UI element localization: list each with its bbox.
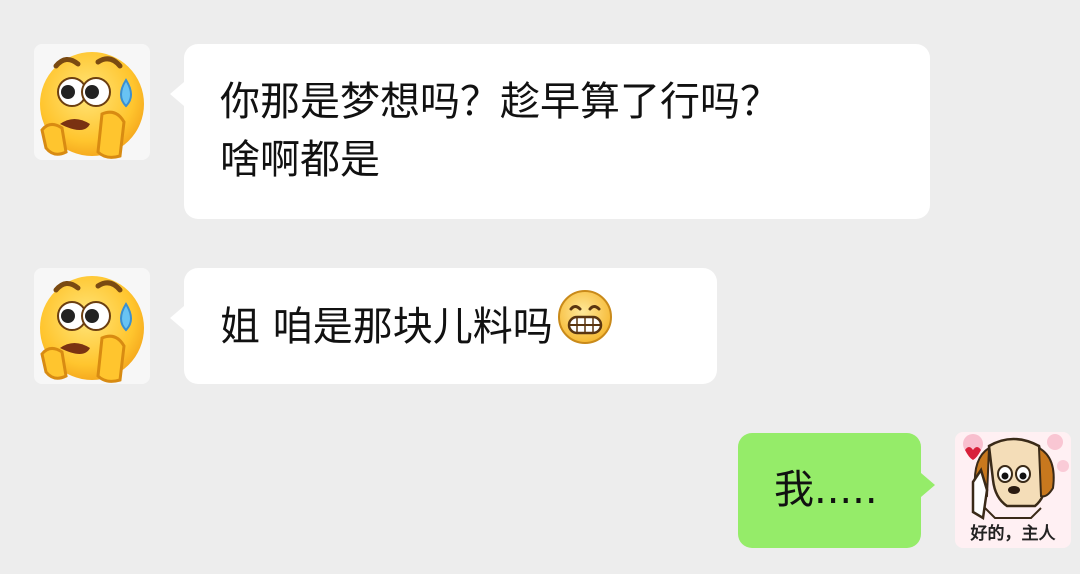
message-text: 你那是梦想吗？趁早算了行吗？ 啥啊都是 <box>220 79 780 183</box>
sticker-caption: 好的，主人 <box>970 524 1056 544</box>
sender-avatar[interactable] <box>34 44 150 160</box>
sweating-peeking-emoji-icon <box>40 52 144 159</box>
message-bubble-incoming[interactable]: 你那是梦想吗？趁早算了行吗？ 啥啊都是 <box>170 44 930 219</box>
message-bubble-outgoing[interactable]: 我..... <box>738 433 935 548</box>
sweating-peeking-emoji-icon <box>40 276 144 383</box>
grinning-face-icon <box>557 289 613 361</box>
message-text: 姐 咱是那块儿料吗 <box>220 304 553 350</box>
bubble-tail <box>170 82 184 106</box>
message-bubble-incoming[interactable]: 姐 咱是那块儿料吗 <box>170 268 717 384</box>
bubble-tail <box>921 473 935 497</box>
bubble-tail <box>170 306 184 330</box>
sender-avatar[interactable] <box>34 268 150 384</box>
message-text: 我..... <box>774 467 878 513</box>
self-avatar[interactable]: 好的，主人 <box>955 432 1071 548</box>
